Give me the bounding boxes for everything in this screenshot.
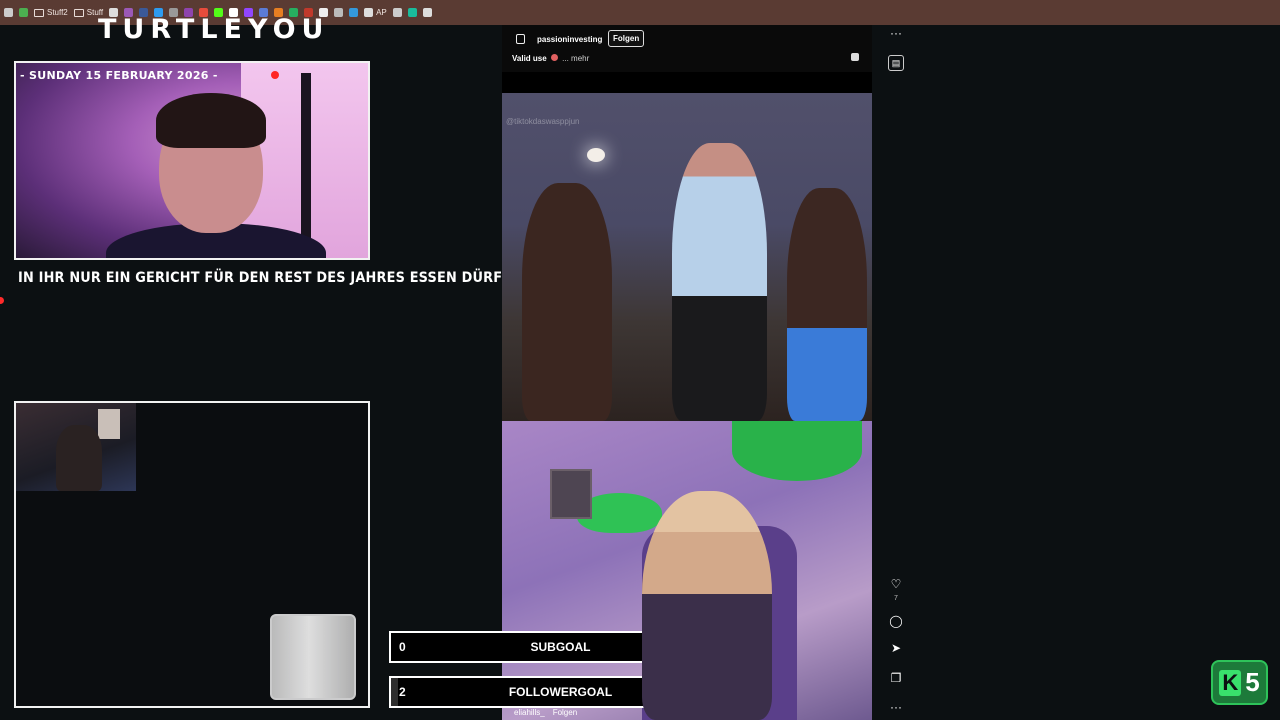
folder-icon <box>73 8 84 17</box>
video-top-panel[interactable]: @tiktokdaswasppjun <box>502 93 872 421</box>
video-description: Valid use ... mehr <box>512 54 589 63</box>
volume-icon[interactable] <box>851 53 859 61</box>
kick-badge: K 5 <box>1211 660 1268 705</box>
streamer-hair <box>156 93 266 148</box>
follow-button[interactable]: Folgen <box>608 30 645 47</box>
tripod-silhouette <box>301 73 311 258</box>
video-header: passioninvesting Folgen Valid use ... me… <box>502 25 872 72</box>
folder-icon <box>34 8 44 17</box>
followergoal-current: 2 <box>399 685 406 699</box>
drive-icon <box>19 8 28 17</box>
video-follow-link[interactable]: Folgen <box>553 708 577 717</box>
site-icon <box>392 8 402 17</box>
bookmark-item[interactable] <box>4 8 13 17</box>
kick-logo-icon: K <box>1219 669 1242 696</box>
globe-icon <box>364 8 374 17</box>
description-text: Valid use <box>512 54 547 63</box>
video-watermark: @tiktokdaswasppjun <box>506 117 580 126</box>
palm-tree-decoration <box>732 421 862 481</box>
site-icon <box>334 8 344 17</box>
bookmark-label: AP <box>376 8 387 17</box>
bookmark-item[interactable]: AP <box>364 8 387 17</box>
dancer-right <box>787 188 867 421</box>
bookmark-item[interactable]: Stuff2 <box>34 8 68 17</box>
webcam-secondary <box>14 401 370 708</box>
channel-name[interactable]: passioninvesting <box>537 35 602 44</box>
date-label: - SUNDAY 15 FEBRUARY 2026 - <box>20 69 218 82</box>
more-link[interactable]: ... mehr <box>562 54 589 63</box>
dancer-center <box>672 143 767 421</box>
emoji-icon <box>550 54 558 61</box>
comment-icon[interactable]: ◯ <box>887 614 905 628</box>
short-video-feed: passioninvesting Folgen Valid use ... me… <box>502 25 872 720</box>
person-silhouette <box>56 425 102 491</box>
kick-badge-number: 5 <box>1245 667 1260 697</box>
bookmark-label: Stuff2 <box>47 8 68 17</box>
room-camera-thumbnail <box>16 403 136 491</box>
bookmark-item[interactable] <box>407 8 417 17</box>
like-count: 7 <box>894 595 898 602</box>
more-options-top-icon[interactable]: ··· <box>887 26 905 40</box>
streamer-woman <box>642 491 772 720</box>
video-user-row: eliahills_ Folgen <box>514 708 577 717</box>
bookmark-item[interactable] <box>334 8 344 17</box>
bookmark-item[interactable] <box>349 8 359 17</box>
save-box-icon[interactable]: ▤ <box>888 55 904 71</box>
subgoal-label: SUBGOAL <box>530 640 591 654</box>
record-indicator-icon <box>0 297 4 304</box>
bookmark-item[interactable] <box>392 8 402 17</box>
bookmark-item[interactable] <box>422 8 432 17</box>
heart-icon[interactable]: ♡ <box>887 577 905 591</box>
bookmark-icon[interactable]: ❐ <box>887 671 905 685</box>
bookmark-item[interactable] <box>19 8 28 17</box>
wall-poster <box>98 409 120 439</box>
glass-cup-image <box>270 614 356 700</box>
followergoal-label: FOLLOWERGOAL <box>508 685 613 699</box>
share-icon[interactable]: ➤ <box>887 641 905 655</box>
recording-dot-icon <box>271 71 279 79</box>
video-username[interactable]: eliahills_ <box>514 708 545 717</box>
ceiling-lamp <box>587 148 605 162</box>
browser-icon <box>4 8 13 17</box>
more-options-bottom-icon[interactable]: ··· <box>887 700 905 714</box>
picture-frame <box>550 469 592 519</box>
stream-brand-title: TURTLEYOU <box>98 14 330 45</box>
site-icon <box>349 8 359 17</box>
subgoal-current: 0 <box>399 640 406 654</box>
site-icon <box>422 8 432 17</box>
followergoal-progress <box>391 678 398 706</box>
dancer-left <box>522 183 612 421</box>
webcam-main: - SUNDAY 15 FEBRUARY 2026 - <box>14 61 370 260</box>
caption-subtitle: IN IHR NUR EIN GERICHT FÜR DEN REST DES … <box>18 270 530 286</box>
channel-avatar-icon[interactable] <box>516 34 525 44</box>
site-icon <box>407 8 417 17</box>
